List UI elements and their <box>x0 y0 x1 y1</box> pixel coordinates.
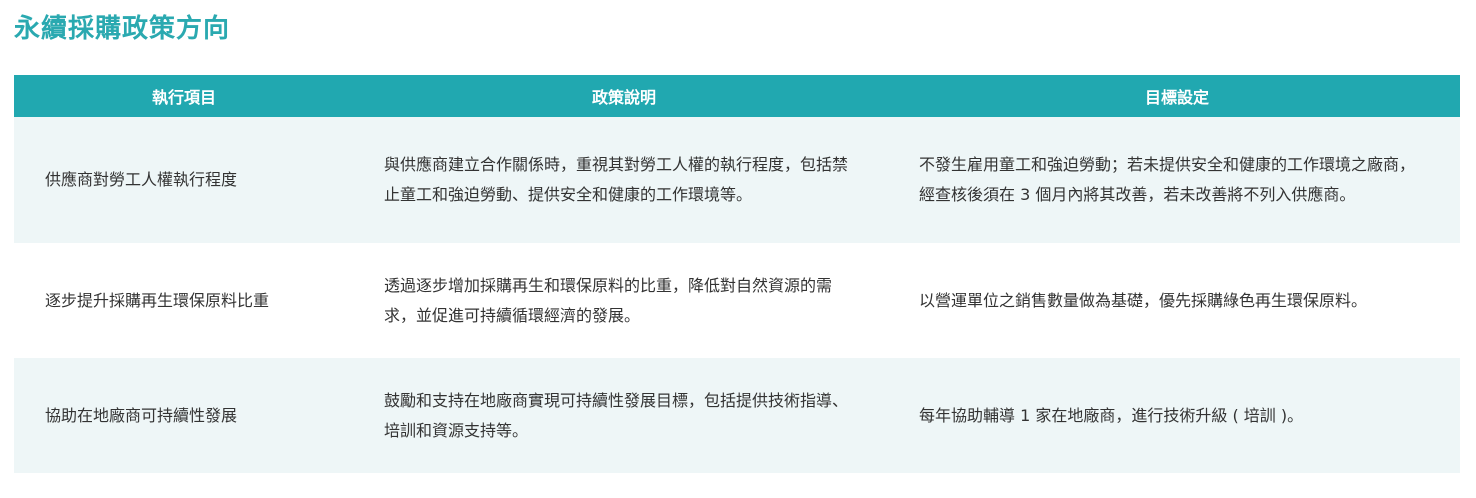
table-header-row: 執行項目 政策說明 目標設定 <box>14 75 1460 117</box>
table-header: 執行項目 政策說明 目標設定 <box>14 75 1460 117</box>
column-header-target: 目標設定 <box>894 75 1460 117</box>
item-cell: 協助在地廠商可持續性發展 <box>14 358 354 473</box>
description-cell: 透過逐步增加採購再生和環保原料的比重，降低對自然資源的需求，並促進可持續循環經濟… <box>354 243 894 358</box>
target-cell: 以營運單位之銷售數量做為基礎，優先採購綠色再生環保原料。 <box>894 243 1460 358</box>
table-body: 供應商對勞工人權執行程度 與供應商建立合作關係時，重視其對勞工人權的執行程度，包… <box>14 117 1460 473</box>
target-cell: 每年協助輔導 1 家在地廠商，進行技術升級 ( 培訓 )。 <box>894 358 1460 473</box>
page-title: 永續採購政策方向 <box>14 14 231 44</box>
policy-table: 執行項目 政策說明 目標設定 供應商對勞工人權執行程度 與供應商建立合作關係時，… <box>14 75 1460 473</box>
table-row: 供應商對勞工人權執行程度 與供應商建立合作關係時，重視其對勞工人權的執行程度，包… <box>14 117 1460 243</box>
column-header-item: 執行項目 <box>14 75 354 117</box>
table-row: 逐步提升採購再生環保原料比重 透過逐步增加採購再生和環保原料的比重，降低對自然資… <box>14 243 1460 358</box>
table-row: 協助在地廠商可持續性發展 鼓勵和支持在地廠商實現可持續性發展目標，包括提供技術指… <box>14 358 1460 473</box>
description-cell: 與供應商建立合作關係時，重視其對勞工人權的執行程度，包括禁止童工和強迫勞動、提供… <box>354 117 894 243</box>
column-header-description: 政策說明 <box>354 75 894 117</box>
item-cell: 逐步提升採購再生環保原料比重 <box>14 243 354 358</box>
target-cell: 不發生雇用童工和強迫勞動；若未提供安全和健康的工作環境之廠商，經查核後須在 3 … <box>894 117 1460 243</box>
description-cell: 鼓勵和支持在地廠商實現可持續性發展目標，包括提供技術指導、培訓和資源支持等。 <box>354 358 894 473</box>
item-cell: 供應商對勞工人權執行程度 <box>14 117 354 243</box>
